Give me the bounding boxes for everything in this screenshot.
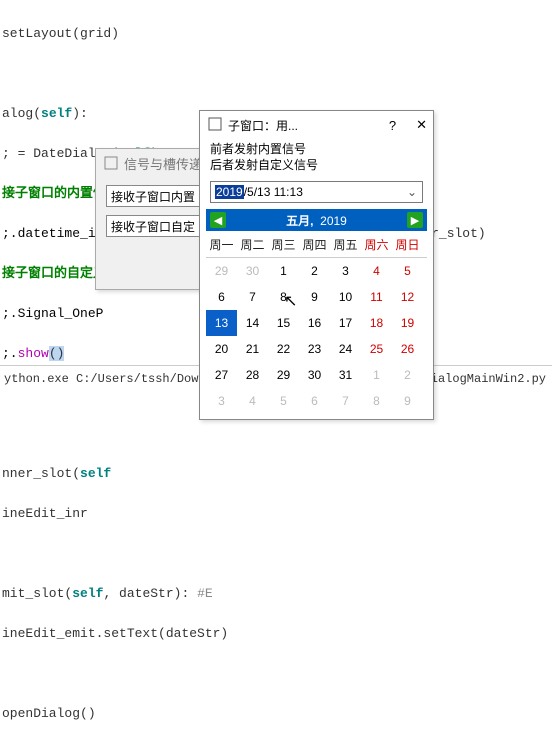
close-icon[interactable]: ✕ [416,117,427,133]
child-dialog: 子窗口：用... ? ✕ 前者发射内置信号 后者发射自定义信号 2019/5/1… [199,110,434,420]
calendar-day[interactable]: 3 [206,388,237,414]
calendar-grid: 2930123456789101112131415161718192021222… [206,258,427,414]
calendar-dow: 周一 [206,231,237,257]
calendar-day[interactable]: 6 [299,388,330,414]
calendar-dow: 周日 [392,231,423,257]
calendar-day[interactable]: 22 [268,336,299,362]
help-icon[interactable]: ? [389,118,396,133]
calendar-day[interactable]: 29 [206,258,237,284]
calendar-day[interactable]: 1 [268,258,299,284]
calendar-day[interactable]: 4 [237,388,268,414]
calendar-day[interactable]: 4 [361,258,392,284]
calendar-day[interactable]: 6 [206,284,237,310]
calendar-day[interactable]: 9 [392,388,423,414]
calendar-day[interactable]: 23 [299,336,330,362]
parent-window-title: 信号与槽传递 [124,154,202,173]
calendar-day[interactable]: 30 [299,362,330,388]
calendar-day[interactable]: 28 [237,362,268,388]
calendar-dow-row: 周一周二周三周四周五周六周日 [206,231,427,258]
calendar-day[interactable]: 9 [299,284,330,310]
calendar-day[interactable]: 14 [237,310,268,336]
calendar-day[interactable]: 17 [330,310,361,336]
calendar-dow: 周六 [361,231,392,257]
calendar-day[interactable]: 8 [268,284,299,310]
calendar-day[interactable]: 31 [330,362,361,388]
child-dialog-title: 子窗口：用... [228,117,298,134]
calendar-dow: 周三 [268,231,299,257]
datetime-edit[interactable]: 2019/5/13 11:13 ⌄ [210,181,423,203]
calendar-day[interactable]: 21 [237,336,268,362]
calendar-day[interactable]: 2 [392,362,423,388]
window-icon [208,117,222,134]
calendar-day[interactable]: 1 [361,362,392,388]
lineedit-emit[interactable]: 接收子窗口自定 [106,215,204,237]
calendar-day[interactable]: 2 [299,258,330,284]
next-month-button[interactable]: ▶ [407,212,423,228]
calendar-day[interactable]: 25 [361,336,392,362]
calendar-day[interactable]: 5 [392,258,423,284]
datetime-selected-year: 2019 [215,185,244,199]
calendar-day[interactable]: 29 [268,362,299,388]
calendar-day[interactable]: 27 [206,362,237,388]
lineedit-inner[interactable]: 接收子窗口内置 [106,185,204,207]
child-dialog-titlebar[interactable]: 子窗口：用... ? ✕ [200,111,433,139]
calendar-day[interactable]: 15 [268,310,299,336]
calendar: ◀ 五月, 2019 ▶ 周一周二周三周四周五周六周日 293012345678… [206,209,427,414]
calendar-day[interactable]: 30 [237,258,268,284]
calendar-dow: 周四 [299,231,330,257]
calendar-day[interactable]: 5 [268,388,299,414]
calendar-header: ◀ 五月, 2019 ▶ [206,209,427,231]
prev-month-button[interactable]: ◀ [210,212,226,228]
calendar-day[interactable]: 13 [206,310,237,336]
calendar-day[interactable]: 18 [361,310,392,336]
calendar-day[interactable]: 7 [330,388,361,414]
calendar-day[interactable]: 12 [392,284,423,310]
dialog-hint: 前者发射内置信号 后者发射自定义信号 [200,139,433,177]
calendar-day[interactable]: 8 [361,388,392,414]
calendar-day[interactable]: 24 [330,336,361,362]
calendar-dow: 周二 [237,231,268,257]
calendar-day[interactable]: 7 [237,284,268,310]
calendar-day[interactable]: 20 [206,336,237,362]
calendar-day[interactable]: 26 [392,336,423,362]
window-icon [104,156,118,170]
dropdown-icon[interactable]: ⌄ [404,185,420,199]
calendar-day[interactable]: 10 [330,284,361,310]
calendar-day[interactable]: 3 [330,258,361,284]
calendar-day[interactable]: 19 [392,310,423,336]
calendar-day[interactable]: 16 [299,310,330,336]
calendar-dow: 周五 [330,231,361,257]
calendar-day[interactable]: 11 [361,284,392,310]
